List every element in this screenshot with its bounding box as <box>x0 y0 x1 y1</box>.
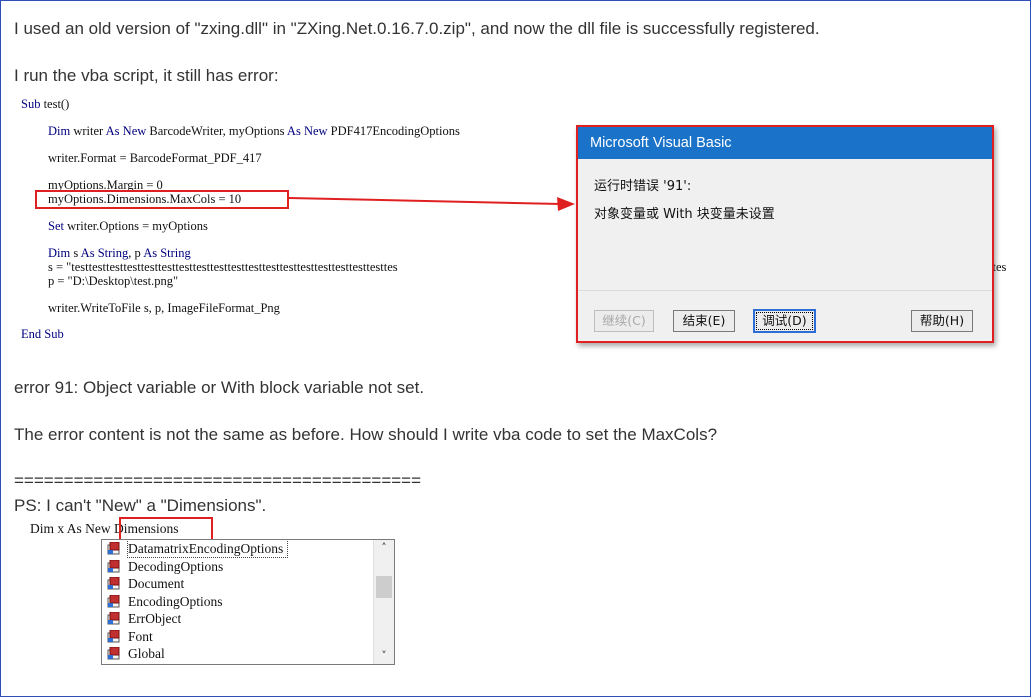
vba-error-dialog: Microsoft Visual Basic 运行时错误 '91': 对象变量或… <box>576 125 994 343</box>
debug-button[interactable]: 调试(D) <box>753 309 816 333</box>
post-container: I used an old version of "zxing.dll" in … <box>0 0 1031 697</box>
code-text: writer.Options = myOptions <box>63 219 208 233</box>
list-item-label: ErrObject <box>128 611 182 626</box>
code-text: test() <box>40 97 70 111</box>
code-line-set-options: Set writer.Options = myOptions <box>48 219 208 233</box>
code-line-s-assign: s = "testtesttesttesttesttesttesttesttes… <box>48 260 398 274</box>
dialog-title-bar: Microsoft Visual Basic <box>578 127 992 159</box>
list-item-label: DatamatrixEncodingOptions <box>126 540 289 558</box>
help-button[interactable]: 帮助(H) <box>911 310 973 332</box>
list-item[interactable]: ErrObject <box>102 610 394 628</box>
dimensions-highlight-box <box>119 517 213 541</box>
separator-line: ========================================… <box>14 471 422 490</box>
class-module-icon <box>107 577 120 590</box>
scroll-up-icon[interactable]: ˄ <box>374 540 394 556</box>
class-module-icon <box>107 612 120 625</box>
keyword: Dim <box>48 124 71 138</box>
class-module-icon <box>107 629 120 642</box>
end-button[interactable]: 结束(E) <box>673 310 735 332</box>
continue-button[interactable]: 继续(C) <box>594 310 654 332</box>
code-line-dim-strings: Dim s As String, p As String <box>48 246 191 260</box>
dialog-error-message: 对象变量或 With 块变量未设置 <box>594 207 775 222</box>
code-line-sub: Sub test() <box>21 97 69 111</box>
scroll-down-icon[interactable]: ˅ <box>374 648 394 664</box>
class-module-icon <box>107 647 120 660</box>
list-item[interactable]: Global <box>102 645 394 663</box>
code-line-p-assign: p = "D:\Desktop\test.png" <box>48 274 179 288</box>
dialog-title: Microsoft Visual Basic <box>590 135 732 151</box>
keyword: As New <box>286 124 328 138</box>
code-text: PDF417EncodingOptions <box>327 124 460 138</box>
arrow-icon <box>289 197 575 211</box>
keyword: As New <box>105 124 147 138</box>
list-item[interactable]: DatamatrixEncodingOptions <box>102 540 394 558</box>
code-text: BarcodeWriter, myOptions <box>146 124 287 138</box>
code-text: s <box>70 246 81 260</box>
list-item[interactable]: DecodingOptions <box>102 558 394 576</box>
class-module-icon <box>107 559 120 572</box>
class-module-icon <box>107 594 120 607</box>
post-text-line-1: I used an old version of "zxing.dll" in … <box>14 19 820 38</box>
autocomplete-list[interactable]: DatamatrixEncodingOptions DecodingOption… <box>101 539 395 665</box>
dialog-error-code: 运行时错误 '91': <box>594 179 692 194</box>
question-text: The error content is not the same as bef… <box>14 425 718 444</box>
keyword: As String <box>143 246 191 260</box>
list-item-label: Document <box>128 576 185 591</box>
class-module-icon <box>107 542 120 555</box>
error-description: error 91: Object variable or With block … <box>14 378 425 397</box>
code-text: , p <box>128 246 144 260</box>
dialog-divider <box>578 290 992 291</box>
code-line-write: writer.WriteToFile s, p, ImageFileFormat… <box>48 301 280 315</box>
list-item-label: DecodingOptions <box>128 558 224 574</box>
list-item-label: Global <box>128 646 165 661</box>
post-text-line-2: I run the vba script, it still has error… <box>14 66 279 85</box>
list-item[interactable]: Document <box>102 575 394 593</box>
code-line-format: writer.Format = BarcodeFormat_PDF_417 <box>48 151 262 165</box>
list-item-label: EncodingOptions <box>128 593 223 609</box>
list-item[interactable]: EncodingOptions <box>102 593 394 611</box>
keyword: Sub <box>21 97 41 111</box>
code-text: writer <box>70 124 106 138</box>
scrollbar-thumb[interactable] <box>376 576 392 598</box>
code-line-end-sub: End Sub <box>21 327 64 341</box>
keyword: Dim <box>48 246 71 260</box>
keyword: Set <box>48 219 64 233</box>
code-line-dim-writer: Dim writer As New BarcodeWriter, myOptio… <box>48 124 460 138</box>
ps-text: PS: I can't "New" a "Dimensions". <box>14 496 267 515</box>
keyword: As String <box>80 246 129 260</box>
code-text: Dim x As New <box>30 521 114 536</box>
list-item[interactable]: Font <box>102 628 394 646</box>
maxcols-highlight-box <box>35 190 289 209</box>
list-item-label: Font <box>128 628 153 644</box>
scrollbar[interactable]: ˄ ˅ <box>373 540 394 664</box>
